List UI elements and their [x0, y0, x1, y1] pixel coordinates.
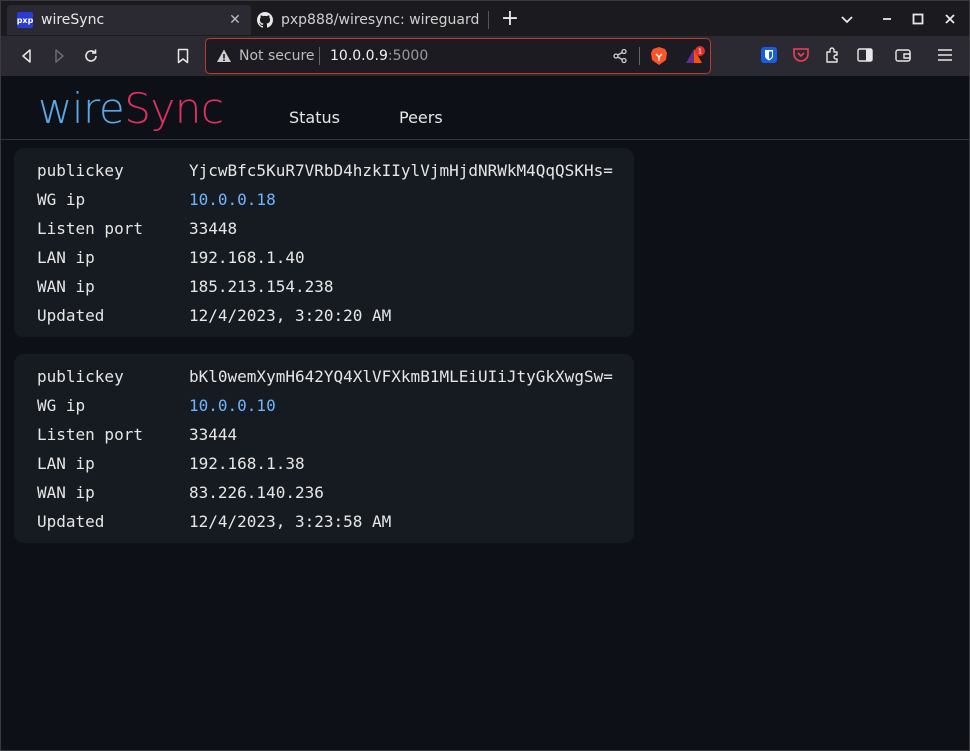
pocket-icon[interactable] — [791, 45, 811, 65]
github-icon — [257, 12, 273, 28]
url-port: :5000 — [387, 48, 429, 64]
brave-rewards-icon[interactable]: 1 — [684, 46, 706, 66]
wiresync-logo[interactable]: wireSync — [38, 84, 224, 133]
row-label: WG ip — [37, 396, 86, 415]
reload-icon[interactable] — [81, 46, 101, 66]
listen-port-value: 33448 — [189, 219, 238, 238]
peer-card: publickey bKl0wemXymH642YQ4XlVFXkmB1MLEiU… — [14, 354, 634, 543]
forward-arrow-icon[interactable] — [49, 46, 69, 66]
tab-list-chevron-down-icon[interactable] — [837, 9, 857, 29]
lan-ip-value: 192.168.1.40 — [189, 248, 305, 267]
url-divider — [319, 47, 320, 65]
peer-card: publickey YjcwBfc5KuR7VRbD4hzkIIylVjmHjdN… — [14, 148, 634, 337]
tab-title: wireSync — [41, 12, 105, 28]
publickey-value: bKl0wemXymH642YQ4XlVFXkmB1MLEiUIiJtyGkXw… — [189, 367, 613, 386]
page-content: wireSync Status Peers publickey YjcwBfc5K… — [0, 76, 970, 751]
row-label: Updated — [37, 512, 105, 531]
warning-icon — [217, 49, 231, 62]
share-icon[interactable] — [612, 48, 628, 64]
tab-wiresync[interactable]: pxp wireSync ✕ — [7, 5, 251, 35]
lan-ip-value: 192.168.1.38 — [189, 454, 305, 473]
url-divider — [639, 47, 640, 65]
row-label: Listen port — [37, 425, 143, 444]
bookmark-icon[interactable] — [173, 46, 193, 66]
wg-ip-link[interactable]: 10.0.0.18 — [189, 190, 276, 209]
row-label: publickey — [37, 161, 124, 180]
logo-sync: Sync — [124, 84, 224, 133]
nav-peers-link[interactable]: Peers — [399, 108, 443, 127]
bitwarden-icon[interactable] — [759, 45, 779, 65]
tab-bar: pxp wireSync ✕ pxp888/wiresync: wireguar… — [0, 0, 970, 36]
tab-title: pxp888/wiresync: wireguard — [281, 12, 480, 28]
row-label: WAN ip — [37, 277, 95, 296]
brave-shields-icon[interactable] — [650, 46, 668, 66]
nav-status-link[interactable]: Status — [289, 108, 340, 127]
wallet-icon[interactable] — [893, 45, 913, 65]
row-label: publickey — [37, 367, 124, 386]
rewards-badge: 1 — [698, 48, 702, 56]
wan-ip-value: 83.226.140.236 — [189, 483, 324, 502]
wg-ip-link[interactable]: 10.0.0.10 — [189, 396, 276, 415]
maximize-icon[interactable] — [908, 9, 928, 29]
updated-value: 12/4/2023, 3:20:20 AM — [189, 306, 392, 325]
new-tab-plus-icon[interactable]: + — [499, 8, 521, 31]
row-label: LAN ip — [37, 454, 95, 473]
publickey-value: YjcwBfc5KuR7VRbD4hzkIIylVjmHjdNRWkM4QqQS… — [189, 161, 613, 180]
listen-port-value: 33444 — [189, 425, 238, 444]
close-window-icon[interactable] — [940, 9, 960, 29]
url-text: 10.0.0.9:5000 — [330, 48, 428, 64]
navigation-bar: Not secure 10.0.0.9:5000 1 — [0, 36, 970, 76]
row-label: Updated — [37, 306, 105, 325]
row-label: WAN ip — [37, 483, 95, 502]
row-label: LAN ip — [37, 248, 95, 267]
wan-ip-value: 185.213.154.238 — [189, 277, 334, 296]
address-bar[interactable]: Not secure 10.0.0.9:5000 1 — [205, 38, 711, 74]
back-arrow-icon[interactable] — [17, 46, 37, 66]
close-tab-icon[interactable]: ✕ — [227, 12, 243, 28]
not-secure-label[interactable]: Not secure — [239, 48, 315, 64]
minimize-icon[interactable] — [877, 9, 897, 29]
extensions-puzzle-icon[interactable] — [823, 45, 843, 65]
app-header: wireSync Status Peers — [1, 76, 969, 140]
tab-separator — [488, 11, 489, 29]
url-host: 10.0.0.9 — [330, 48, 388, 64]
row-label: WG ip — [37, 190, 86, 209]
menu-hamburger-icon[interactable] — [935, 45, 955, 65]
updated-value: 12/4/2023, 3:23:58 AM — [189, 512, 392, 531]
pxp-favicon-icon: pxp — [17, 12, 33, 28]
row-label: Listen port — [37, 219, 143, 238]
tab-github[interactable]: pxp888/wiresync: wireguard — [253, 5, 487, 35]
logo-wire: wire — [38, 84, 125, 133]
sidebar-toggle-icon[interactable] — [855, 45, 875, 65]
